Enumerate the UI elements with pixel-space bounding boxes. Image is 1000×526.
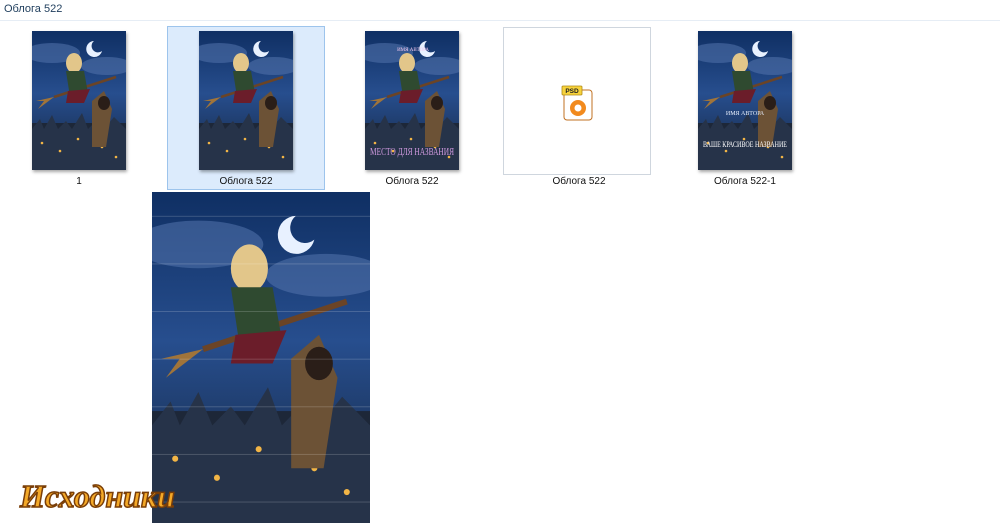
cover-author-text: ИМЯ АВТОРА xyxy=(397,48,429,53)
psd-file-icon: PSD xyxy=(558,84,598,129)
cover-author-text: ИМЯ АВТОРА xyxy=(726,111,765,117)
file-thumbnail: ИМЯ АВТОРА ВАШЕ КРАСИВОЕ НАЗВАНИЕ xyxy=(698,31,792,170)
psd-file-tile: PSD xyxy=(503,27,651,175)
file-item-1[interactable]: 1 xyxy=(0,26,158,190)
file-item-2-selected[interactable]: Облога 522 xyxy=(167,26,325,190)
window-titlebar: Облога 522 xyxy=(0,0,1000,21)
file-item-5[interactable]: ИМЯ АВТОРА ВАШЕ КРАСИВОЕ НАЗВАНИЕ Облога… xyxy=(666,26,824,190)
file-label: Облога 522 xyxy=(385,176,439,187)
file-label: Облога 522-1 xyxy=(714,176,776,187)
cover-title-text: МЕСТО ДЛЯ НАЗВАНИЯ xyxy=(370,147,454,158)
file-thumbnail xyxy=(199,31,293,170)
psd-badge: PSD xyxy=(565,88,579,95)
window-title: Облога 522 xyxy=(4,3,63,15)
file-item-4-psd[interactable]: PSD Облога 522 xyxy=(502,26,656,190)
watermark-logo: Исходники xyxy=(16,473,246,526)
file-thumbnail: ИМЯ АВТОРА МЕСТО ДЛЯ НАЗВАНИЯ xyxy=(365,31,459,170)
watermark-text: Исходники xyxy=(19,478,175,514)
file-item-3[interactable]: ИМЯ АВТОРА МЕСТО ДЛЯ НАЗВАНИЯ Облога 522 xyxy=(333,26,491,190)
file-label: Облога 522 xyxy=(552,176,606,187)
file-label: Облога 522 xyxy=(219,176,273,187)
cover-title-text: ВАШЕ КРАСИВОЕ НАЗВАНИЕ xyxy=(703,140,787,149)
file-label: 1 xyxy=(76,176,82,187)
file-thumbnail xyxy=(32,31,126,170)
